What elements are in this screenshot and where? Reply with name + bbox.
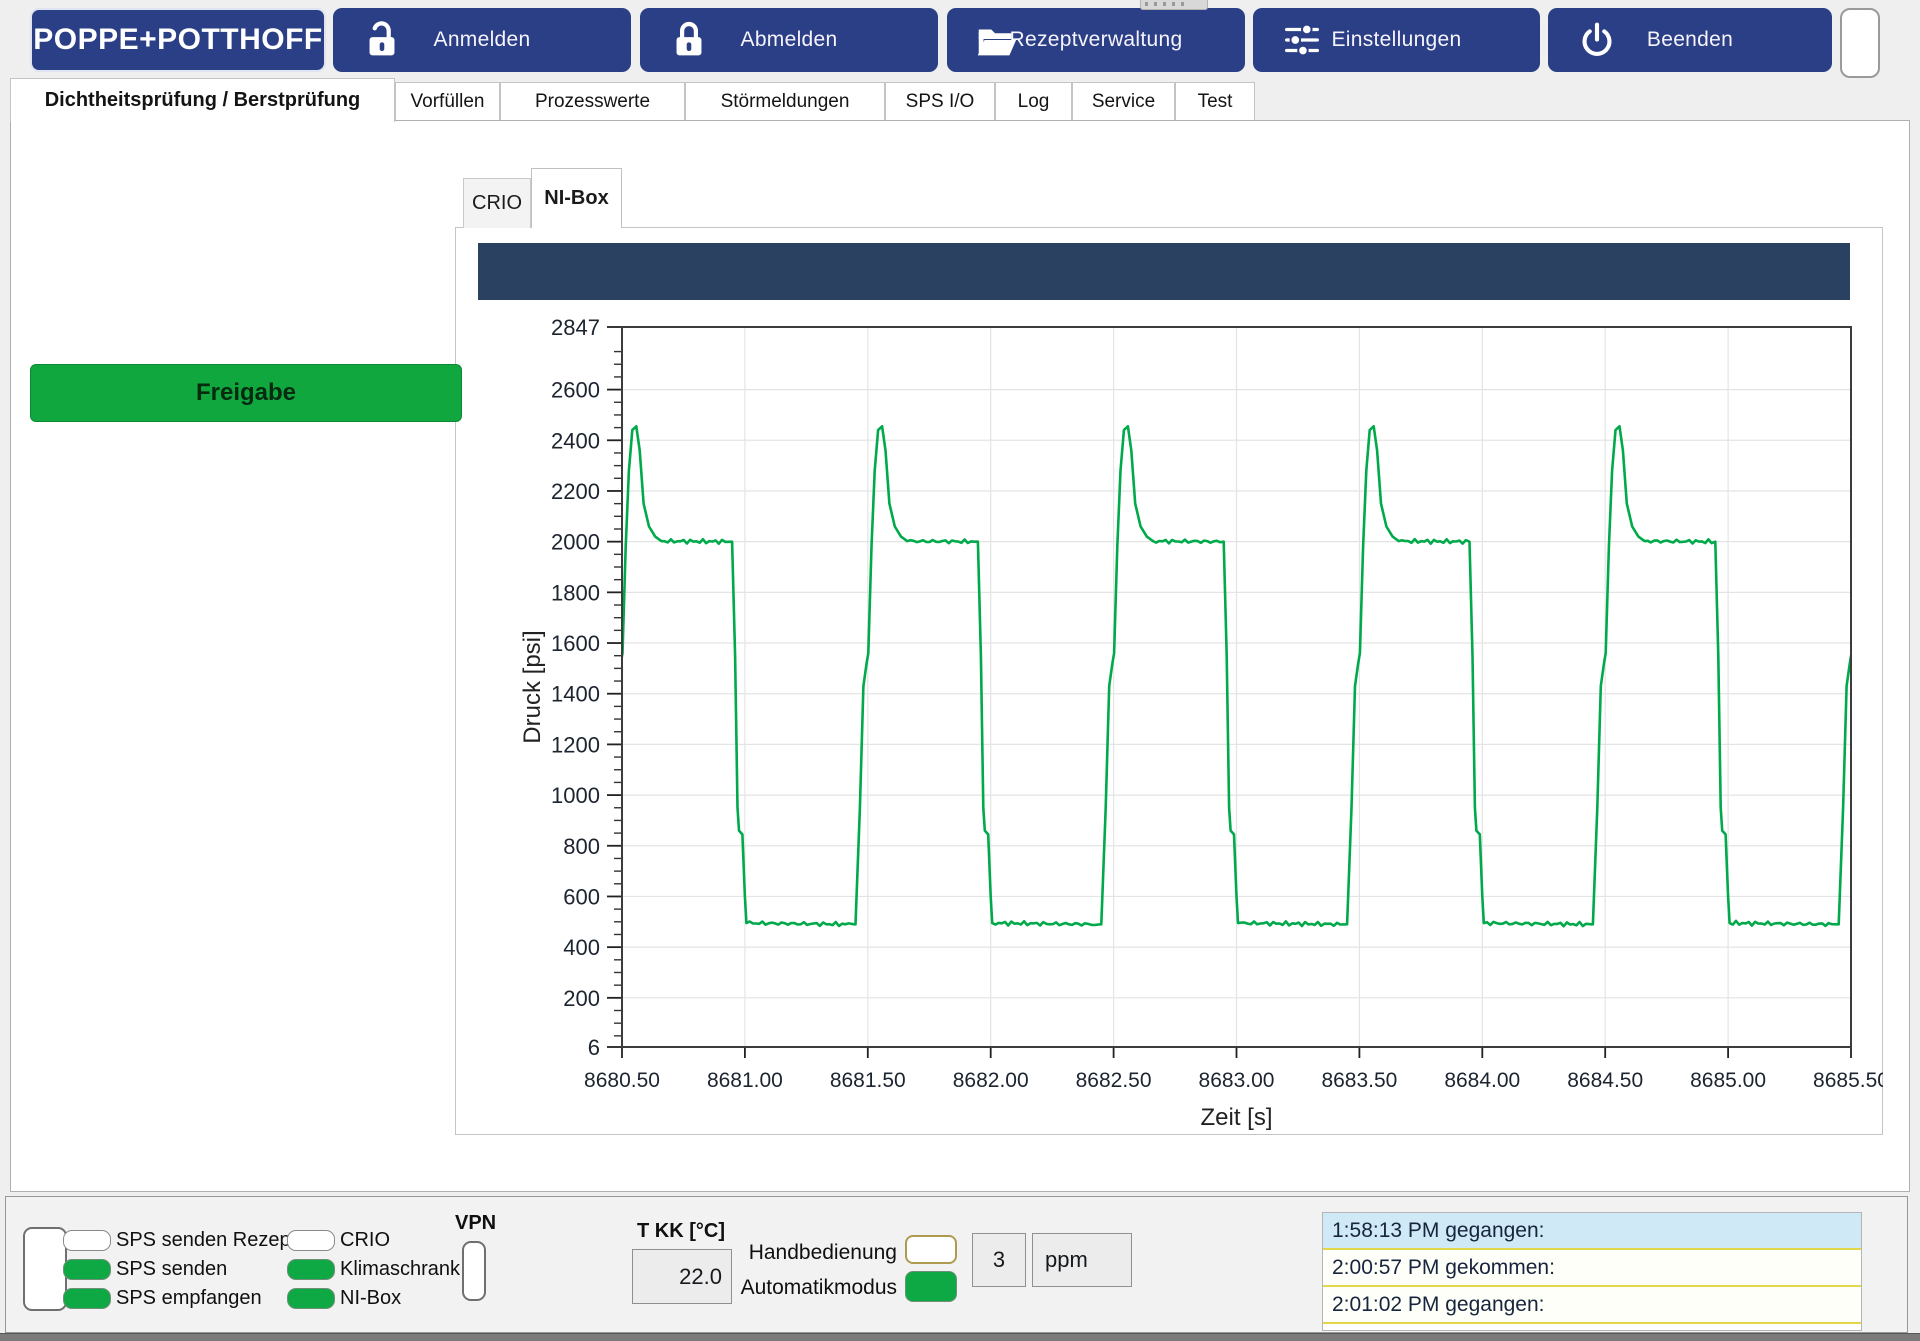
tab-test[interactable]: Test (1175, 82, 1255, 121)
y-tick-label: 2400 (551, 428, 600, 453)
y-tick-label: 200 (563, 986, 600, 1011)
y-tick-label: 1600 (551, 631, 600, 656)
company-logo: POPPE+POTTHOFF (30, 8, 326, 72)
y-tick-label: 2200 (551, 479, 600, 504)
lock-icon (666, 17, 712, 63)
status-main-led (23, 1227, 67, 1311)
sps-empfangen-led (63, 1288, 111, 1309)
nibox-led (287, 1288, 335, 1309)
x-tick-label: 8682.50 (1076, 1069, 1152, 1092)
sps-senden-label: SPS senden (116, 1258, 227, 1281)
power-icon (1574, 17, 1620, 63)
tab-stoermeldungen[interactable]: Störmeldungen (685, 82, 885, 121)
tab-vorfuellen[interactable]: Vorfüllen (395, 82, 500, 121)
crio-label: CRIO (340, 1229, 390, 1252)
beenden-button[interactable]: Beenden (1548, 8, 1832, 72)
rezeptverwaltung-label: Rezeptverwaltung (1010, 28, 1183, 52)
klimaschrank-led (287, 1259, 335, 1280)
y-tick-label: 600 (563, 884, 600, 909)
tab-dichtheitspruefung[interactable]: Dichtheitsprüfung / Berstprüfung (10, 78, 395, 122)
chart-tab-crio[interactable]: CRIO (463, 178, 531, 228)
einstellungen-button[interactable]: Einstellungen (1253, 8, 1540, 72)
x-tick-label: 8683.00 (1199, 1069, 1275, 1092)
sps-senden-rezept-label: SPS senden Rezept (116, 1229, 296, 1252)
abmelden-button[interactable]: Abmelden (640, 8, 938, 72)
x-tick-label: 8680.50 (584, 1069, 660, 1092)
unlock-icon (359, 17, 405, 63)
automatikmodus-led (905, 1271, 957, 1302)
freigabe-button[interactable]: Freigabe (30, 364, 462, 422)
log-entry[interactable]: 2:00:57 PM gekommen: (1323, 1250, 1861, 1287)
y-tick-label: 6 (588, 1035, 600, 1060)
automatikmodus-label: Automatikmodus (690, 1276, 897, 1300)
log-entry[interactable]: 1:58:13 PM gegangen: (1323, 1213, 1861, 1250)
tab-sps-io[interactable]: SPS I/O (885, 82, 995, 121)
y-tick-label: 2847 (551, 315, 600, 340)
crio-led (287, 1230, 335, 1251)
sps-senden-rezept-led (63, 1230, 111, 1251)
ppm-value-field: 3 (972, 1233, 1026, 1287)
app-window: POPPE+POTTHOFF Anmelden Abmelden (0, 0, 1920, 1341)
nibox-label: NI-Box (340, 1287, 401, 1310)
clipped-window-fragment (1140, 0, 1208, 10)
x-tick-label: 8681.50 (830, 1069, 906, 1092)
anmelden-label: Anmelden (434, 28, 531, 52)
x-axis-title: Zeit [s] (1200, 1104, 1272, 1131)
y-axis-title: Druck [psi] (519, 630, 546, 743)
toolbar-indicator (1840, 8, 1880, 78)
y-tick-label: 1200 (551, 732, 600, 757)
ppm-unit-field: ppm (1032, 1233, 1132, 1287)
einstellungen-label: Einstellungen (1332, 28, 1462, 52)
vpn-label: VPN (455, 1212, 496, 1235)
tab-service[interactable]: Service (1072, 82, 1175, 121)
x-tick-label: 8683.50 (1321, 1069, 1397, 1092)
x-tick-label: 8685.00 (1690, 1069, 1766, 1092)
klimaschrank-label: Klimaschrank (340, 1258, 460, 1281)
anmelden-button[interactable]: Anmelden (333, 8, 631, 72)
abmelden-label: Abmelden (741, 28, 838, 52)
tkk-label: T KK [°C] (637, 1220, 725, 1243)
window-bottom-edge (0, 1333, 1920, 1341)
handbedienung-led (905, 1235, 957, 1264)
handbedienung-label: Handbedienung (700, 1241, 897, 1265)
pressure-chart: 6 200 400 600 800 1000 1200 1400 1600 1800 2000 220… (455, 227, 1883, 1135)
y-tick-label: 800 (563, 834, 600, 859)
x-tick-label: 8682.00 (953, 1069, 1029, 1092)
x-tick-label: 8684.50 (1567, 1069, 1643, 1092)
x-tick-label: 8685.50 (1813, 1069, 1883, 1092)
sps-senden-led (63, 1259, 111, 1280)
log-entry[interactable]: 2:01:02 PM gegangen: (1323, 1287, 1861, 1324)
event-log-list[interactable]: 1:58:13 PM gegangen: 2:00:57 PM gekommen… (1322, 1212, 1862, 1331)
vpn-led (462, 1241, 486, 1301)
tab-prozesswerte[interactable]: Prozesswerte (500, 82, 685, 121)
sliders-icon (1279, 17, 1325, 63)
tab-log[interactable]: Log (995, 82, 1072, 121)
y-tick-label: 2600 (551, 378, 600, 403)
beenden-label: Beenden (1647, 28, 1733, 52)
y-tick-label: 1000 (551, 783, 600, 808)
y-tick-label: 1800 (551, 580, 600, 605)
sps-empfangen-label: SPS empfangen (116, 1287, 262, 1310)
rezeptverwaltung-button[interactable]: Rezeptverwaltung (947, 8, 1245, 72)
y-tick-label: 400 (563, 935, 600, 960)
folder-icon (973, 17, 1019, 63)
y-tick-label: 2000 (551, 530, 600, 555)
y-tick-label: 1400 (551, 682, 600, 707)
x-tick-label: 8684.00 (1444, 1069, 1520, 1092)
x-tick-label: 8681.00 (707, 1069, 783, 1092)
chart-tab-nibox[interactable]: NI-Box (531, 168, 622, 228)
